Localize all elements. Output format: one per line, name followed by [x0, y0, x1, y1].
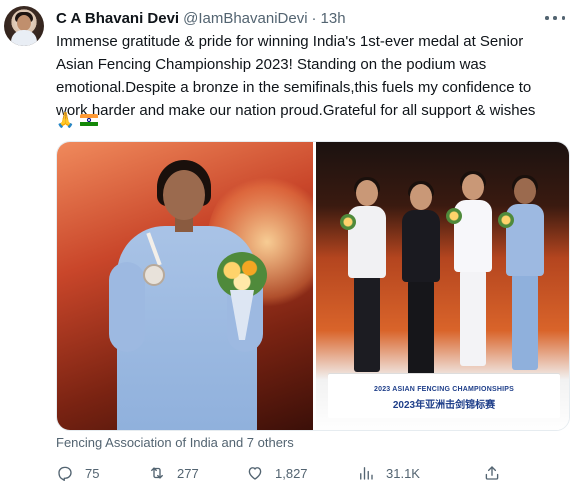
medalist-1	[340, 177, 390, 380]
india-flag-icon	[79, 113, 98, 127]
athlete-arm-left	[109, 262, 145, 352]
tweet-emojis: 🙏	[56, 110, 98, 130]
author-name[interactable]: C A Bhavani Devi	[56, 10, 179, 27]
like-button[interactable]: 1,827	[246, 462, 308, 484]
photo-podium[interactable]: 2023 ASIAN FENCING CHAMPIONSHIPS 2023年亚洲…	[316, 142, 569, 430]
reply-icon	[58, 466, 72, 482]
share-button[interactable]	[483, 462, 501, 484]
heart-icon	[248, 467, 262, 480]
tweet-media[interactable]: 2023 ASIAN FENCING CHAMPIONSHIPS 2023年亚洲…	[56, 141, 570, 431]
tweet-header: C A Bhavani Devi @IamBhavaniDevi · 13h	[56, 8, 346, 28]
action-bar: 75 277 1,827 31.1K	[56, 462, 570, 484]
author-handle[interactable]: @IamBhavaniDevi	[183, 10, 307, 27]
bronze-medal	[143, 264, 165, 286]
medalist-3	[446, 171, 496, 374]
avatar-face	[17, 15, 31, 31]
share-icon	[485, 466, 499, 480]
reply-button[interactable]: 75	[56, 462, 99, 484]
avatar[interactable]	[4, 6, 44, 46]
tweet-text: Immense gratitude & pride for winning In…	[56, 33, 536, 119]
folded-hands-icon: 🙏	[56, 112, 75, 129]
views-count: 31.1K	[386, 465, 420, 481]
athlete-face	[163, 170, 205, 220]
podium-title-en: 2023 ASIAN FENCING CHAMPIONSHIPS	[374, 386, 514, 393]
tweet-timestamp[interactable]: 13h	[321, 10, 346, 27]
like-count: 1,827	[275, 465, 308, 481]
podium-banner: 2023 ASIAN FENCING CHAMPIONSHIPS 2023年亚洲…	[328, 374, 560, 418]
more-horizontal-icon[interactable]	[545, 10, 565, 26]
retweet-count: 277	[177, 465, 199, 481]
tweet[interactable]: C A Bhavani Devi @IamBhavaniDevi · 13h I…	[0, 0, 575, 495]
views-button[interactable]: 31.1K	[357, 462, 420, 484]
podium-title-zh: 2023年亚洲击剑锦标赛	[392, 400, 496, 411]
photo-medal-winner[interactable]	[57, 142, 313, 430]
separator-dot: ·	[311, 9, 317, 27]
views-chart-icon	[360, 467, 373, 480]
tagged-users-link[interactable]: Fencing Association of India and 7 other…	[56, 433, 294, 451]
avatar-body	[11, 30, 37, 46]
medalist-4	[498, 175, 548, 378]
medalist-2	[398, 181, 444, 384]
retweet-button[interactable]: 277	[148, 462, 199, 484]
reply-count: 75	[85, 465, 100, 481]
retweet-icon	[151, 467, 163, 479]
